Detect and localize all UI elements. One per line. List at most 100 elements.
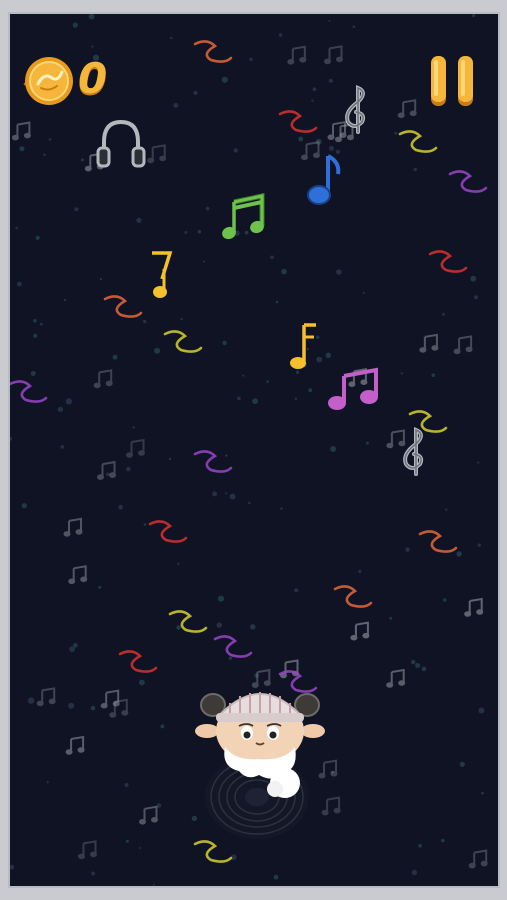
headphones-icon[interactable]: [96, 118, 146, 170]
confetti-streamer: [168, 610, 208, 633]
pause-button[interactable]: [429, 56, 475, 108]
background-dot: [237, 396, 241, 401]
confetti-streamer: [193, 450, 233, 473]
background-dot: [106, 472, 110, 476]
background-note-icon: [147, 144, 167, 164]
background-dot: [312, 87, 317, 92]
background-dot: [249, 57, 253, 62]
background-dot: [431, 373, 436, 378]
background-dot: [250, 624, 256, 630]
background-dot: [330, 446, 337, 452]
background-note-icon: [93, 369, 113, 389]
background-dot: [336, 269, 342, 275]
background-dot: [60, 445, 65, 449]
confetti-streamer: [418, 530, 458, 553]
background-note-icon: [126, 438, 145, 458]
background-dot: [456, 551, 462, 557]
background-dot: [91, 45, 94, 48]
background-note-icon: [419, 333, 439, 353]
background-dot: [73, 643, 78, 648]
background-dot: [477, 543, 481, 547]
coin-icon: [25, 57, 73, 105]
treble-clef-icon[interactable]: [340, 84, 370, 136]
confetti-streamer: [448, 170, 488, 193]
background-dot: [474, 295, 479, 300]
music-note-icon[interactable]: [302, 152, 342, 210]
background-dot: [72, 22, 78, 28]
background-dot: [21, 503, 27, 509]
confetti-streamer: [428, 250, 468, 273]
background-note-icon: [11, 121, 31, 141]
background-note-icon: [397, 99, 417, 119]
background-dot: [33, 333, 38, 338]
music-note-icon[interactable]: [222, 192, 266, 244]
background-dot: [33, 319, 37, 323]
background-dot: [170, 36, 173, 40]
background-dot: [411, 869, 418, 876]
background-dot: [325, 352, 331, 358]
background-note-icon: [65, 735, 85, 755]
sheep-character[interactable]: [185, 669, 325, 839]
confetti-streamer: [398, 130, 438, 153]
game-viewport[interactable]: 0: [10, 14, 498, 886]
background-dot: [139, 847, 142, 849]
background-dot: [180, 318, 183, 321]
background-dot: [143, 319, 147, 324]
background-dot: [46, 781, 49, 784]
background-dot: [481, 791, 484, 795]
confetti-streamer: [163, 330, 203, 353]
background-dot: [308, 388, 313, 393]
background-dot: [43, 153, 46, 156]
background-dot: [91, 871, 96, 876]
background-dot: [112, 354, 118, 360]
background-note-icon: [350, 621, 370, 641]
background-dot: [39, 322, 43, 326]
confetti-streamer: [148, 520, 188, 543]
background-note-icon: [100, 689, 120, 709]
background-dot: [275, 300, 279, 304]
background-note-icon: [68, 565, 88, 585]
background-dot: [233, 148, 238, 153]
treble-clef-icon[interactable]: [398, 426, 428, 478]
background-dot: [441, 838, 445, 843]
background-dot: [470, 275, 477, 282]
music-note-icon[interactable]: [148, 249, 176, 301]
background-dot: [74, 207, 79, 212]
background-note-icon: [36, 687, 56, 707]
confetti-streamer: [193, 40, 233, 63]
background-dot: [197, 230, 202, 234]
background-note-icon: [468, 849, 488, 869]
background-dot: [154, 347, 161, 354]
background-note-icon: [78, 840, 97, 860]
background-dot: [126, 466, 131, 472]
background-dot: [280, 507, 283, 510]
music-note-icon[interactable]: [328, 366, 380, 414]
background-dot: [281, 268, 287, 275]
background-dot: [136, 217, 142, 223]
background-dot: [203, 260, 205, 263]
background-note-icon: [386, 668, 406, 688]
background-dot: [477, 461, 480, 464]
background-dot: [160, 724, 165, 729]
background-dot: [30, 371, 36, 376]
background-dot: [99, 278, 102, 281]
background-dot: [90, 705, 96, 711]
background-dot: [19, 146, 25, 152]
background-dot: [352, 25, 356, 28]
background-dot: [15, 226, 18, 230]
background-dot: [229, 493, 236, 500]
background-dot: [328, 78, 333, 83]
background-dot: [294, 588, 299, 593]
background-dot: [442, 598, 447, 602]
background-dot: [410, 659, 416, 665]
background-dot: [65, 398, 72, 405]
confetti-streamer: [213, 635, 253, 658]
background-dot: [88, 14, 95, 20]
confetti-streamer: [278, 110, 318, 133]
background-dot: [252, 398, 258, 405]
score-counter: 0: [78, 54, 108, 103]
background-note-icon: [139, 805, 158, 825]
music-note-icon[interactable]: [288, 321, 318, 373]
background-dot: [442, 312, 445, 316]
background-note-icon: [63, 517, 83, 537]
